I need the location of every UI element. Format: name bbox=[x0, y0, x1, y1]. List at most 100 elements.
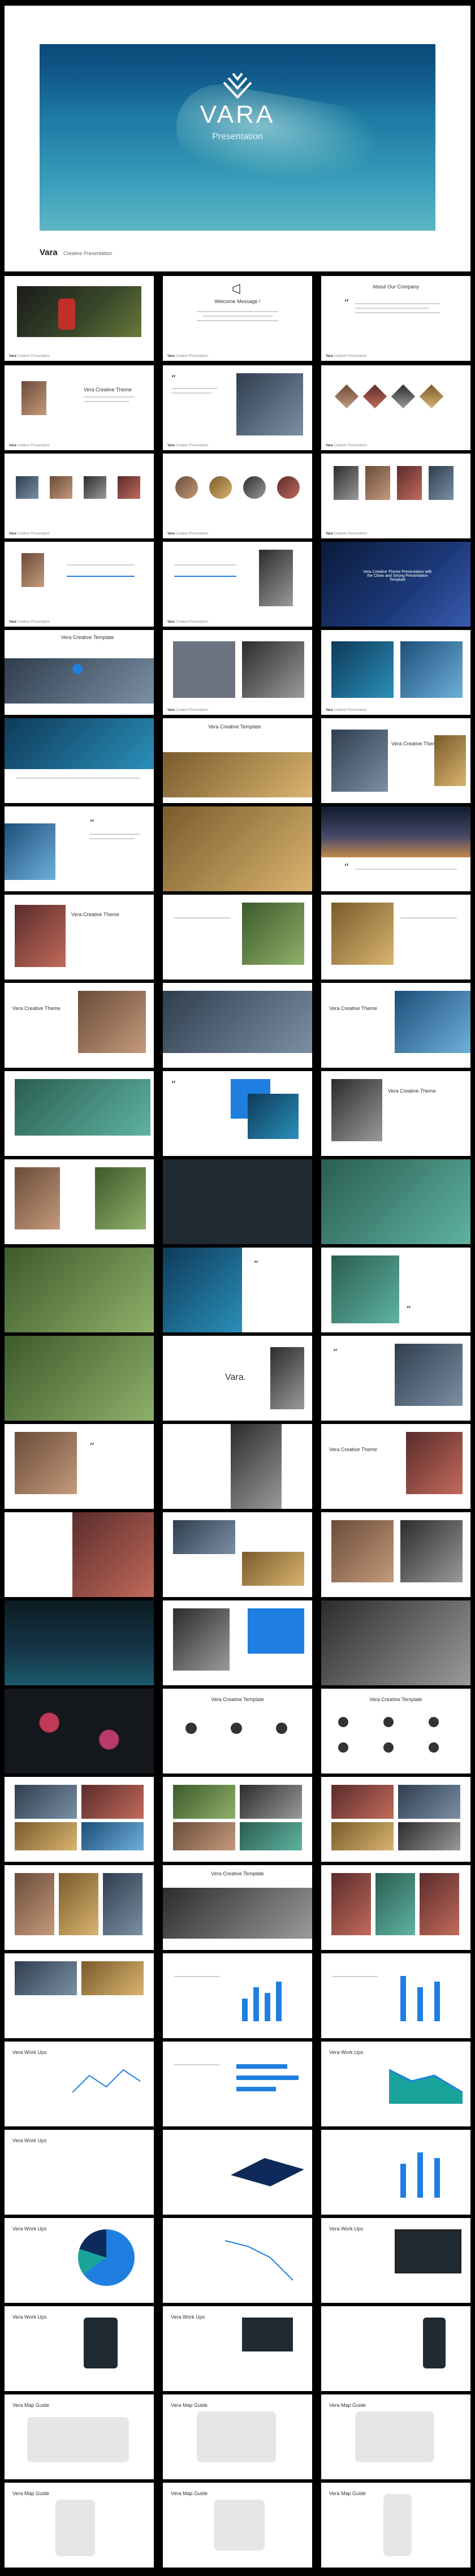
slide-photo bbox=[331, 903, 394, 965]
slide-thumbnail[interactable] bbox=[5, 718, 154, 803]
team-photo bbox=[429, 466, 454, 500]
slide-thumbnail[interactable]: Vara Creative Presentation bbox=[321, 454, 470, 538]
slide-thumbnail[interactable] bbox=[5, 1865, 154, 1950]
slide-thumbnail[interactable]: Vera Creative Theme bbox=[321, 1071, 470, 1156]
slide-title: Vera Map Guide bbox=[329, 2491, 366, 2496]
slide-thumbnail[interactable] bbox=[163, 2218, 312, 2303]
slide-thumbnail[interactable]: Vera Creative Theme bbox=[321, 718, 470, 803]
slide-thumbnail[interactable] bbox=[321, 2306, 470, 2391]
slide-thumbnail[interactable] bbox=[321, 895, 470, 980]
slide-thumbnail[interactable] bbox=[321, 1865, 470, 1950]
slide-thumbnail[interactable]: Vara Creative Presentation bbox=[163, 630, 312, 715]
slide-thumbnail[interactable]: Vera Work Ups bbox=[5, 2306, 154, 2391]
slide-thumbnail[interactable]: Vera Map Guide bbox=[321, 2483, 470, 2568]
slide-thumbnail[interactable]: Vera Creative Template bbox=[163, 1865, 312, 1950]
slide-thumbnail[interactable]: Vera Map Guide bbox=[163, 2483, 312, 2568]
slide-photo bbox=[321, 1159, 470, 1244]
slide-thumbnail[interactable]: “ bbox=[321, 1336, 470, 1421]
slide-thumbnail[interactable]: Vera Creative Template bbox=[321, 1689, 470, 1774]
slide-thumbnail[interactable] bbox=[5, 1777, 154, 1862]
slide-thumbnail[interactable]: Vera Creative Template bbox=[163, 718, 312, 803]
slide-thumbnail[interactable] bbox=[5, 1953, 154, 2038]
slide-thumbnail[interactable]: Vera Map Guide bbox=[321, 2394, 470, 2479]
slide-thumbnail[interactable]: Vera Creative Template bbox=[163, 1689, 312, 1774]
slide-thumbnail[interactable]: Vera Creative Theme bbox=[5, 983, 154, 1068]
slide-thumbnail[interactable]: “ bbox=[163, 1248, 312, 1332]
text-placeholder bbox=[89, 838, 135, 839]
slide-thumbnail[interactable] bbox=[163, 983, 312, 1068]
slide-thumbnail[interactable] bbox=[321, 1159, 470, 1244]
slide-thumbnail[interactable]: “ bbox=[163, 1071, 312, 1156]
slide-thumbnail[interactable]: Vara Creative Presentation bbox=[163, 542, 312, 627]
slide-thumbnail[interactable] bbox=[5, 1248, 154, 1332]
text-placeholder bbox=[174, 1976, 219, 1977]
slide-thumbnail[interactable]: Vera Work Ups bbox=[5, 2218, 154, 2303]
slide-thumbnail[interactable]: Vera Creative Theme Vara Creative Presen… bbox=[5, 365, 154, 450]
cover-slide[interactable]: VARA Presentation Vara Creative Presenta… bbox=[5, 6, 470, 271]
slide-thumbnail[interactable]: “ bbox=[5, 806, 154, 891]
slide-thumbnail[interactable] bbox=[163, 1777, 312, 1862]
slide-thumbnail[interactable]: “ bbox=[321, 1248, 470, 1332]
slide-thumbnail[interactable]: Welcome Message ! Vara Creative Presenta… bbox=[163, 276, 312, 361]
slide-thumbnail[interactable]: Vera Work Ups bbox=[5, 2130, 154, 2215]
slide-thumbnail[interactable]: Vera Map Guide bbox=[163, 2394, 312, 2479]
slide-photo bbox=[72, 1512, 154, 1597]
team-photo bbox=[50, 476, 72, 499]
slide-thumbnail[interactable]: Vara Creative Presentation bbox=[5, 454, 154, 538]
slide-thumbnail[interactable] bbox=[163, 1512, 312, 1597]
slide-footer: Vara Creative Presentation bbox=[167, 355, 209, 358]
slide-thumbnail[interactable] bbox=[163, 1424, 312, 1509]
slide-thumbnail[interactable] bbox=[163, 1159, 312, 1244]
slide-thumbnail[interactable]: Vara Creative Presentation bbox=[5, 276, 154, 361]
slide-thumbnail[interactable]: Vara. bbox=[163, 1336, 312, 1421]
slide-thumbnail[interactable] bbox=[163, 1600, 312, 1685]
slide-thumbnail[interactable]: Vera Map Guide bbox=[5, 2394, 154, 2479]
slide-thumbnail[interactable]: “ Vara Creative Presentation bbox=[163, 365, 312, 450]
slide-thumbnail[interactable] bbox=[163, 1953, 312, 2038]
slide-thumbnail[interactable]: “ bbox=[321, 806, 470, 891]
slide-footer: Vara Creative Presentation bbox=[326, 355, 367, 358]
slide-thumbnail[interactable] bbox=[163, 2130, 312, 2215]
slide-thumbnail[interactable]: Vara Creative Presentation bbox=[163, 454, 312, 538]
team-photo bbox=[209, 476, 232, 499]
slide-thumbnail[interactable]: Vera Work Ups bbox=[163, 2306, 312, 2391]
slide-thumbnail[interactable] bbox=[5, 1071, 154, 1156]
slide-thumbnail[interactable] bbox=[5, 1336, 154, 1421]
slide-thumbnail[interactable]: Vera Work Ups bbox=[321, 2042, 470, 2126]
slide-thumbnail[interactable] bbox=[321, 1512, 470, 1597]
slide-thumbnail[interactable] bbox=[163, 895, 312, 980]
slide-photo bbox=[331, 730, 388, 792]
slide-thumbnail[interactable]: Vera Creative Theme bbox=[5, 895, 154, 980]
slide-footer: Vara Creative Presentation bbox=[9, 532, 50, 536]
slide-thumbnail[interactable]: Vara Creative Presentation bbox=[5, 542, 154, 627]
slide-thumbnail[interactable] bbox=[163, 2042, 312, 2126]
slide-thumbnail[interactable]: Vera Map Guide bbox=[5, 2483, 154, 2568]
slide-thumbnail[interactable]: Vera Work Ups bbox=[5, 2042, 154, 2126]
slide-photo bbox=[242, 903, 304, 965]
chart-bar bbox=[242, 1999, 248, 2021]
slide-thumbnail[interactable] bbox=[321, 2130, 470, 2215]
chart-bar bbox=[236, 2064, 287, 2069]
slide-thumbnail[interactable] bbox=[321, 1600, 470, 1685]
slide-thumbnail[interactable]: Vera Creative Theme Presentation with th… bbox=[321, 542, 470, 627]
slide-thumbnail[interactable] bbox=[5, 1689, 154, 1774]
slide-thumbnail[interactable] bbox=[321, 1777, 470, 1862]
slide-thumbnail[interactable]: About Our Company “ Vara Creative Presen… bbox=[321, 276, 470, 361]
slide-photo bbox=[81, 1822, 144, 1850]
slide-photo bbox=[242, 641, 304, 698]
slide-thumbnail[interactable] bbox=[321, 1953, 470, 2038]
slide-thumbnail[interactable]: Vera Creative Theme bbox=[321, 983, 470, 1068]
slide-thumbnail[interactable] bbox=[5, 1512, 154, 1597]
slide-photo bbox=[331, 1873, 371, 1935]
slide-photo bbox=[321, 542, 470, 627]
slide-thumbnail[interactable]: Vera Work Ups bbox=[321, 2218, 470, 2303]
slide-thumbnail[interactable] bbox=[163, 806, 312, 891]
slide-thumbnail[interactable] bbox=[5, 1159, 154, 1244]
slide-thumbnail[interactable] bbox=[5, 1600, 154, 1685]
slide-thumbnail[interactable]: Vara Creative Presentation bbox=[321, 365, 470, 450]
slide-thumbnail[interactable]: Vara Creative Presentation bbox=[321, 630, 470, 715]
text-placeholder bbox=[197, 320, 278, 321]
slide-thumbnail[interactable]: “ bbox=[5, 1424, 154, 1509]
slide-thumbnail[interactable]: Vera Creative Theme bbox=[321, 1424, 470, 1509]
slide-thumbnail[interactable]: Vera Creative Template bbox=[5, 630, 154, 715]
